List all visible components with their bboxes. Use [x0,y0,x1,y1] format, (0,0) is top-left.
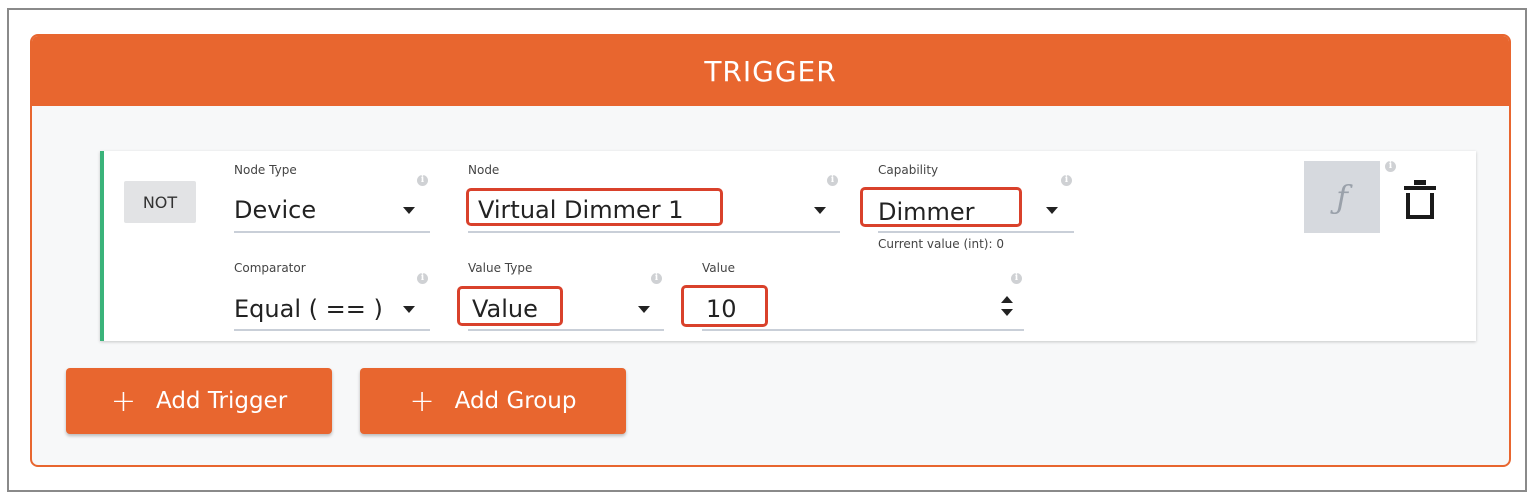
capability-label: Capability [878,163,939,177]
info-icon[interactable]: i [827,175,838,186]
plus-icon: + [110,383,136,419]
add-trigger-label: Add Trigger [155,388,288,414]
value-type-select[interactable]: Value Type i Value [457,261,664,333]
panel-title: TRIGGER [704,54,837,88]
add-group-label: Add Group [454,388,577,414]
stepper-icon[interactable] [1000,295,1014,317]
chevron-down-icon [814,207,826,214]
info-icon[interactable]: i [1061,175,1072,186]
info-icon[interactable]: i [417,273,428,284]
node-type-select[interactable]: Node Type i Device [234,163,430,235]
comparator-select[interactable]: Comparator i Equal ( == ) [234,261,430,333]
trigger-panel: TRIGGER NOT Node Type i Device Node i Vi… [30,34,1511,467]
info-icon[interactable]: i [1011,273,1022,284]
node-type-value: Device [234,196,317,224]
info-icon[interactable]: i [1385,161,1396,172]
node-label: Node [468,163,500,177]
value-type-label: Value Type [468,261,533,275]
info-icon[interactable]: i [651,273,662,284]
add-group-button[interactable]: + Add Group [360,368,626,434]
capability-select[interactable]: Capability i Dimmer Current value (int):… [860,163,1074,258]
value-input[interactable]: Value i 10 [681,261,1024,333]
function-icon: ƒ [1336,178,1348,216]
chevron-down-icon [638,306,650,313]
chevron-down-icon [403,207,415,214]
current-value-hint: Current value (int): 0 [878,237,1004,251]
node-select[interactable]: Node i Virtual Dimmer 1 [466,163,840,235]
trash-icon[interactable] [1402,179,1438,219]
highlight-box [457,286,563,326]
node-type-label: Node Type [234,163,297,177]
highlight-box [681,285,768,327]
highlight-box [466,188,723,226]
add-trigger-button[interactable]: + Add Trigger [66,368,332,434]
chevron-down-icon [1046,207,1058,214]
comparator-label: Comparator [234,261,306,275]
value-label: Value [702,261,735,275]
comparator-value: Equal ( == ) [234,295,383,323]
chevron-down-icon [403,306,415,313]
function-button[interactable]: ƒ [1304,161,1380,233]
not-toggle-button[interactable]: NOT [124,181,196,223]
trigger-condition-card: NOT Node Type i Device Node i Virtual Di… [100,151,1476,341]
panel-header: TRIGGER [32,36,1509,106]
plus-icon: + [409,383,435,419]
highlight-box [860,187,1022,227]
info-icon[interactable]: i [417,175,428,186]
